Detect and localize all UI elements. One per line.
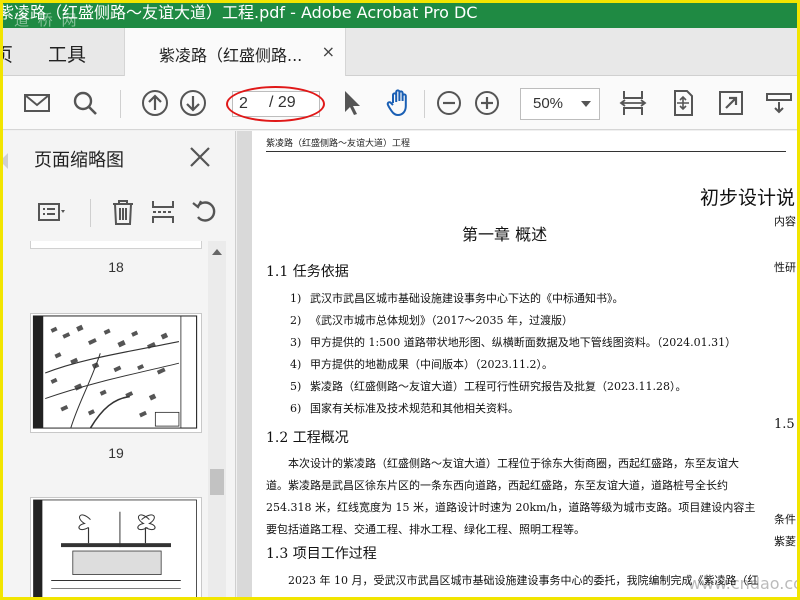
select-arrow-icon[interactable] — [336, 88, 366, 118]
total-pages: / 29 — [269, 94, 296, 111]
close-icon[interactable] — [188, 145, 212, 169]
panel-title: 页面缩略图 — [34, 150, 124, 171]
page-up-icon[interactable] — [140, 88, 170, 118]
trash-icon[interactable] — [108, 197, 138, 227]
zoom-value: 50% — [533, 95, 564, 112]
toolbar-separator — [120, 90, 121, 118]
section-heading: 1.2 工程概况 — [266, 430, 349, 446]
side-text: 1.5 — [774, 417, 795, 432]
document-view[interactable]: 紫凌路（红盛侧路～友谊大道）工程 初步设计说 内容 性研 1.5 条件 紫菱 第… — [237, 131, 800, 600]
zoom-in-icon[interactable] — [472, 88, 502, 118]
thumbnail-number: 18 — [108, 259, 124, 275]
toolbar-separator — [90, 199, 91, 227]
rotate-icon[interactable] — [190, 197, 220, 227]
list-item: 5) 紫凌路（红盛侧路～友谊大道）工程可行性研究报告及批复（2023.11.28）… — [290, 380, 687, 393]
mail-icon[interactable] — [22, 88, 52, 118]
paragraph-line: 254.318 米，红线宽度为 15 米，道路设计时速为 20km/h，道路等级… — [266, 501, 756, 514]
paragraph-line: 要包括道路工程、交通工程、排水工程、绿化工程、照明工程等。 — [266, 523, 585, 536]
page-header: 紫凌路（红盛侧路～友谊大道）工程 — [266, 139, 411, 149]
tab-bar: 页 工具 紫凌路（红盛侧路... × — [0, 28, 800, 77]
tab-document[interactable]: 紫凌路（红盛侧路... × — [124, 28, 346, 77]
thumbnail-page-19[interactable] — [30, 313, 202, 433]
chevron-down-icon — [581, 101, 591, 107]
extract-pages-icon[interactable] — [148, 197, 178, 227]
pdf-page: 紫凌路（红盛侧路～友谊大道）工程 初步设计说 内容 性研 1.5 条件 紫菱 第… — [252, 131, 800, 600]
search-icon[interactable] — [70, 88, 100, 118]
tab-home[interactable]: 页 — [0, 40, 13, 67]
list-item: 6) 国家有关标准及技术规范和其他相关资料。 — [290, 402, 519, 415]
thumbnail-page-20[interactable] — [30, 497, 202, 600]
page-thumbnails-panel: 页面缩略图 18 19 — [0, 131, 236, 600]
list-item: 1) 武汉市武昌区城市基础设施建设事务中心下达的《中标通知书》。 — [290, 292, 624, 305]
tab-document-label: 紫凌路（红盛侧路... — [159, 46, 303, 65]
zoom-out-icon[interactable] — [434, 88, 464, 118]
paragraph-line: 本次设计的紫凌路（红盛侧路～友谊大道）工程位于徐东大街商圈，西起红盛路，东至友谊… — [288, 457, 739, 470]
page-down-icon[interactable] — [178, 88, 208, 118]
thumbnail-list: 18 19 — [28, 241, 208, 600]
watermark-bottom: www.cndao.com — [688, 574, 800, 593]
fit-page-icon[interactable] — [668, 88, 698, 118]
thumbnail-options-icon[interactable] — [36, 197, 66, 227]
zoom-select[interactable]: 50% — [520, 88, 600, 120]
tab-close-icon[interactable]: × — [322, 42, 335, 61]
scroll-mode-icon[interactable] — [764, 88, 794, 118]
paragraph-line: 道。紫凌路是武昌区徐东片区的一条东西向道路，西起红盛路，东至友谊大道，道路桩号全… — [266, 479, 728, 492]
page-number-box: / 29 — [232, 91, 320, 117]
section-heading: 1.3 项目工作过程 — [266, 546, 377, 562]
list-item: 4) 甲方提供的地勘成果（中间版本）（2023.11.2）。 — [290, 358, 553, 371]
side-text: 内容 — [774, 215, 796, 228]
thumbnail-toolbar — [0, 189, 236, 235]
toolbar-separator — [424, 90, 425, 118]
cross-section-thumbnail — [33, 499, 197, 600]
list-item: 2) 《武汉市城市总体规划》（2017～2035 年，过渡版） — [290, 314, 573, 327]
side-text: 性研 — [774, 261, 796, 274]
current-page-input[interactable] — [239, 94, 261, 114]
watermark-top: 道 桥 网 — [14, 11, 79, 28]
full-screen-icon[interactable] — [716, 88, 746, 118]
header-rule — [266, 151, 786, 152]
thumbnail-scrollbar[interactable] — [208, 241, 226, 600]
window-title-bar: 紫凌路（红盛侧路～友谊大道）工程.pdf - Adobe Acrobat Pro… — [0, 0, 800, 28]
main-toolbar: / 29 50% — [0, 76, 800, 130]
thumbnail-number: 19 — [108, 445, 124, 461]
map-drawing-thumbnail — [32, 315, 198, 429]
section-heading: 1.1 任务依据 — [266, 264, 349, 280]
document-title: 初步设计说 — [700, 187, 796, 209]
list-item: 3) 甲方提供的 1:500 道路带状地形图、纵横断面数据及地下管线图资料。（20… — [290, 336, 737, 349]
tab-tools[interactable]: 工具 — [48, 40, 86, 67]
fit-width-icon[interactable] — [618, 88, 648, 118]
panel-pointer — [0, 153, 8, 169]
chapter-heading: 第一章 概述 — [462, 225, 548, 244]
chevron-up-icon[interactable] — [212, 249, 222, 255]
thumbnail-page-18[interactable] — [30, 241, 202, 249]
hand-icon[interactable] — [384, 88, 414, 118]
scrollbar-thumb[interactable] — [210, 469, 224, 495]
